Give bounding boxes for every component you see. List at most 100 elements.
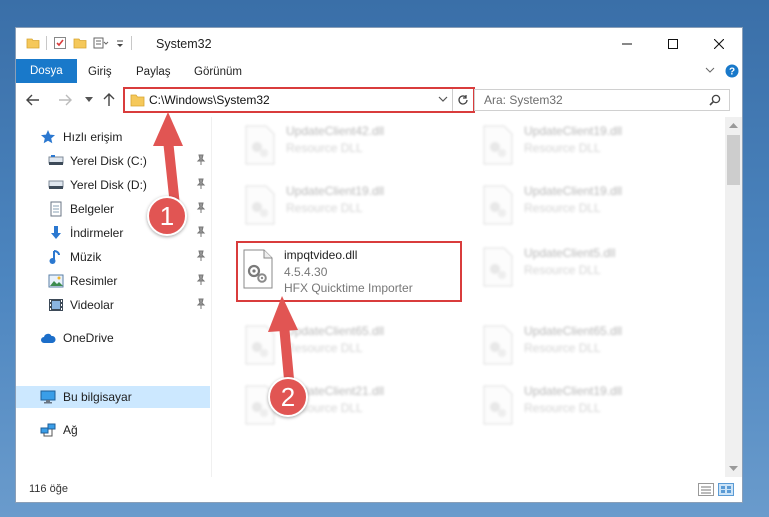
help-icon[interactable]: ? <box>725 64 739 78</box>
address-dropdown-button[interactable] <box>434 95 452 106</box>
dll-file-icon <box>483 247 513 287</box>
computer-icon <box>40 390 56 404</box>
dll-file-icon <box>243 249 273 289</box>
sidebar-item-pictures[interactable]: Resimler <box>16 270 210 292</box>
sidebar-item-this-pc[interactable]: Bu bilgisayar <box>16 386 210 408</box>
new-folder-icon[interactable] <box>73 36 87 50</box>
search-input[interactable] <box>482 92 709 108</box>
file-item[interactable]: UpdateClient19.dll Resource DLL <box>476 119 696 175</box>
dll-file-icon <box>245 125 275 165</box>
file-name: UpdateClient65.dll <box>524 324 623 338</box>
tab-file[interactable]: Dosya <box>16 59 77 83</box>
sidebar-item-local-disk-c[interactable]: Yerel Disk (C:) <box>16 150 210 172</box>
sidebar-item-label: Belgeler <box>70 202 115 216</box>
large-icons-view-icon[interactable] <box>718 483 734 496</box>
file-item[interactable]: UpdateClient19.dll Resource DLL <box>476 379 696 435</box>
file-item[interactable]: UpdateClient42.dll Resource DLL <box>238 119 458 175</box>
chevron-down-icon <box>438 96 448 102</box>
sidebar-item-label: Müzik <box>70 250 102 264</box>
file-item-selected[interactable]: impqtvideo.dll 4.5.4.30 HFX Quicktime Im… <box>236 241 462 302</box>
file-name: UpdateClient19.dll <box>524 124 623 138</box>
qat-dropdown-icon[interactable] <box>115 36 125 50</box>
file-name: UpdateClient19.dll <box>524 184 623 198</box>
pin-icon[interactable] <box>196 274 206 286</box>
refresh-button[interactable] <box>452 89 473 111</box>
sidebar-item-label: Videolar <box>70 298 114 312</box>
back-arrow-icon <box>26 94 39 106</box>
properties-icon[interactable] <box>53 36 67 50</box>
file-name: impqtvideo.dll <box>284 248 358 262</box>
expand-ribbon-icon[interactable] <box>705 67 715 75</box>
file-description: Resource DLL <box>524 263 601 277</box>
folder-icon <box>130 94 145 107</box>
pin-icon[interactable] <box>196 154 206 166</box>
sidebar-item-videos[interactable]: Videolar <box>16 294 210 316</box>
drive-icon <box>48 180 64 189</box>
customize-view-icon[interactable] <box>93 36 109 50</box>
sidebar-item-label: Resimler <box>70 274 118 288</box>
sidebar-item-local-disk-d[interactable]: Yerel Disk (D:) <box>16 174 210 196</box>
file-item[interactable]: UpdateClient19.dll Resource DLL <box>238 179 458 235</box>
chevron-down-icon <box>85 97 93 102</box>
pin-icon[interactable] <box>196 250 206 262</box>
dll-file-icon <box>245 325 275 365</box>
toolbar-separator <box>46 36 47 50</box>
quick-access-toolbar <box>26 36 132 50</box>
folder-icon[interactable] <box>26 36 40 50</box>
pane-divider[interactable] <box>211 117 212 477</box>
details-view-icon[interactable] <box>698 483 714 496</box>
dll-file-icon <box>483 385 513 425</box>
back-button[interactable] <box>24 91 42 109</box>
file-list: UpdateClient42.dll Resource DLL UpdateCl… <box>216 117 726 477</box>
file-description: Resource DLL <box>524 401 601 415</box>
vertical-scrollbar[interactable] <box>725 117 742 477</box>
recent-locations-button[interactable] <box>80 91 98 109</box>
svg-text:?: ? <box>729 67 735 78</box>
scroll-up-icon[interactable] <box>729 122 738 128</box>
downloads-icon <box>51 226 61 239</box>
sidebar-item-label: Bu bilgisayar <box>63 390 132 404</box>
pin-icon[interactable] <box>196 298 206 310</box>
address-bar[interactable]: C:\Windows\System32 <box>123 87 475 113</box>
file-name: UpdateClient65.dll <box>286 324 385 338</box>
pin-icon[interactable] <box>196 226 206 238</box>
forward-button[interactable] <box>56 91 74 109</box>
file-item[interactable]: UpdateClient19.dll Resource DLL <box>476 179 696 235</box>
tab-view[interactable]: Görünüm <box>194 61 242 83</box>
music-icon <box>49 250 60 264</box>
tab-share[interactable]: Paylaş <box>136 61 171 83</box>
cloud-icon <box>41 333 56 343</box>
status-bar: 116 öğe <box>16 477 742 502</box>
forward-arrow-icon <box>59 94 72 106</box>
search-icon[interactable] <box>709 94 721 106</box>
up-arrow-icon <box>103 93 115 106</box>
pictures-icon <box>48 274 64 288</box>
file-item[interactable]: UpdateClient65.dll Resource DLL <box>238 319 458 375</box>
videos-icon <box>49 299 63 311</box>
sidebar-item-label: OneDrive <box>63 331 114 345</box>
sidebar-item-music[interactable]: Müzik <box>16 246 210 268</box>
file-item[interactable]: UpdateClient65.dll Resource DLL <box>476 319 696 375</box>
view-switcher <box>698 483 734 496</box>
minimize-button[interactable] <box>604 28 650 59</box>
callout-badge-1: 1 <box>147 196 187 236</box>
navigation-pane: Hızlı erişim Yerel Disk (C:) Yerel Disk … <box>16 117 210 477</box>
tab-home[interactable]: Giriş <box>88 61 112 83</box>
close-button[interactable] <box>696 28 742 59</box>
scrollbar-thumb[interactable] <box>727 135 740 185</box>
scroll-down-icon[interactable] <box>729 466 738 472</box>
explorer-window: System32 Dosya Giriş Paylaş Görünüm ? C:… <box>15 27 743 503</box>
file-item[interactable]: UpdateClient5.dll Resource DLL <box>476 241 696 297</box>
sidebar-item-quick-access[interactable]: Hızlı erişim <box>16 126 210 148</box>
sidebar-item-onedrive[interactable]: OneDrive <box>16 327 210 349</box>
file-name: UpdateClient19.dll <box>524 384 623 398</box>
maximize-button[interactable] <box>650 28 696 59</box>
pin-icon[interactable] <box>196 202 206 214</box>
star-icon <box>41 130 55 144</box>
window-controls <box>604 28 742 59</box>
up-button[interactable] <box>100 91 118 109</box>
search-box[interactable] <box>474 89 730 111</box>
pin-icon[interactable] <box>196 178 206 190</box>
sidebar-item-network[interactable]: Ağ <box>16 419 210 441</box>
title-bar: System32 <box>16 28 742 59</box>
